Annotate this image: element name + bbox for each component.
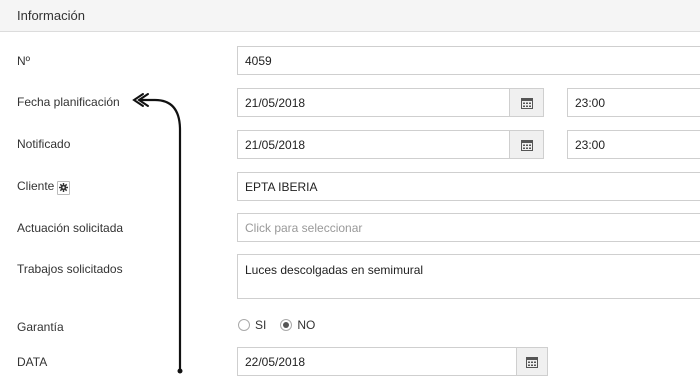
trabajos-label: Trabajos solicitados [17, 262, 123, 276]
fecha-planificacion-time-field[interactable]: 23:00 [567, 88, 700, 117]
numero-label: Nº [17, 54, 31, 68]
notificado-calendar-button[interactable] [509, 130, 544, 159]
cliente-label: Cliente [17, 179, 55, 193]
numero-field[interactable]: 4059 [237, 46, 700, 75]
data-calendar-button[interactable] [516, 347, 548, 376]
calendar-icon [520, 139, 533, 151]
actuacion-label: Actuación solicitada [17, 221, 124, 235]
garantia-si-radio[interactable] [238, 319, 250, 331]
garantia-label: Garantía [17, 320, 64, 334]
gear-icon [59, 183, 69, 192]
garantia-radio-group: SI NO [238, 318, 329, 332]
panel-header: Información [0, 0, 700, 32]
fecha-planificacion-label: Fecha planificación [17, 95, 120, 109]
fecha-planificacion-date-field[interactable]: 21/05/2018 [237, 88, 510, 117]
garantia-no-radio[interactable] [280, 319, 293, 331]
garantia-no-label: NO [297, 318, 316, 332]
cliente-field[interactable]: EPTA IBERIA [237, 172, 700, 201]
panel-title: Información [17, 8, 85, 23]
calendar-icon [520, 97, 533, 109]
data-date-field[interactable]: 22/05/2018 [237, 347, 517, 376]
data-label: DATA [17, 355, 48, 369]
actuacion-select[interactable]: Click para seleccionar [237, 213, 700, 242]
cliente-settings-button[interactable] [57, 180, 71, 195]
notificado-label: Notificado [17, 137, 71, 151]
calendar-icon [526, 356, 538, 368]
notificado-date-field[interactable]: 21/05/2018 [237, 130, 510, 159]
fecha-planificacion-calendar-button[interactable] [509, 88, 544, 117]
garantia-si-label: SI [255, 318, 267, 332]
trabajos-textarea[interactable]: Luces descolgadas en semimural [237, 254, 700, 299]
cliente-label-row: Cliente [17, 179, 71, 195]
notificado-time-field[interactable]: 23:00 [567, 130, 700, 159]
